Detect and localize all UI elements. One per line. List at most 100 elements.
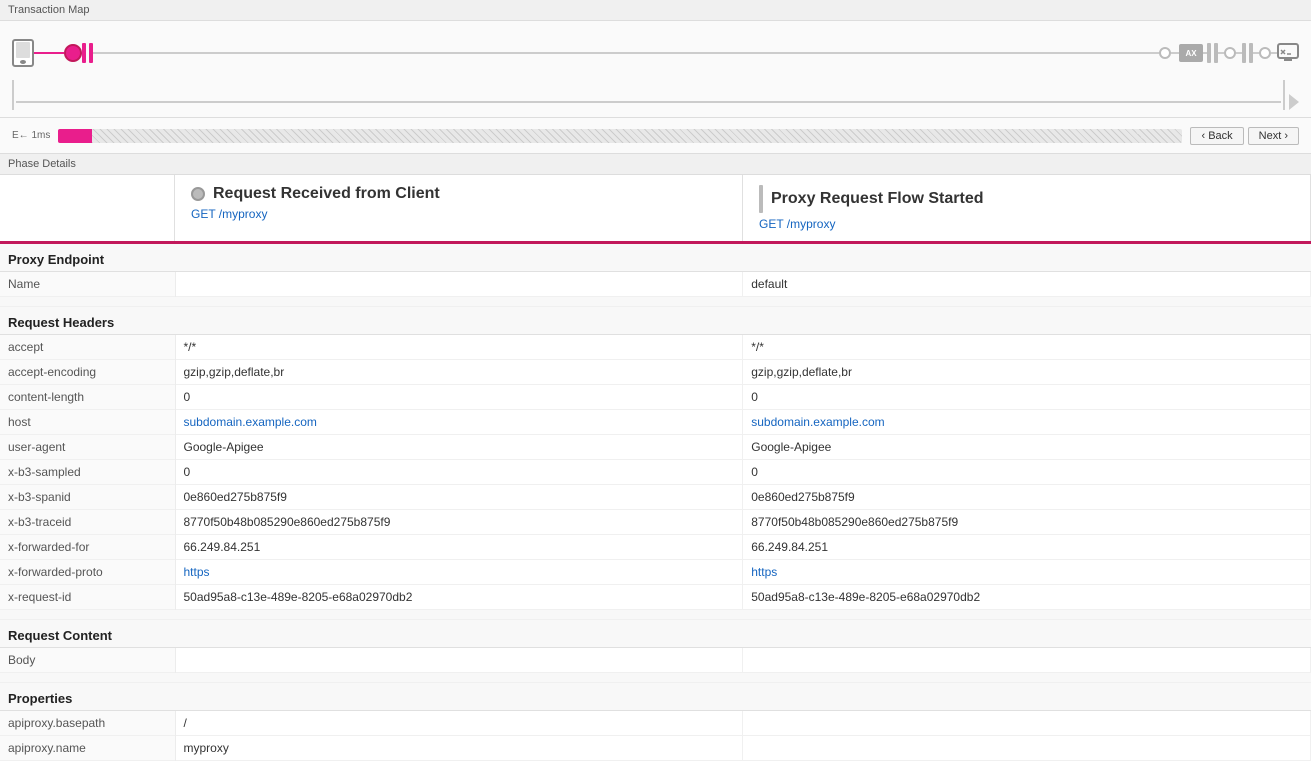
row-val1-accept: */* [175,335,743,360]
phase-col-2-label: Proxy Request Flow Started [771,190,984,208]
row-val2-basepath [743,711,1311,736]
flow-double-bar-2 [1207,43,1218,63]
section-properties-label: Properties [0,683,1311,711]
section-spacer-1 [0,297,1311,307]
table-row: user-agent Google-Apigee Google-Apigee [0,435,1311,460]
row-label-host: host [0,410,175,435]
flow-double-bar-pink [82,43,93,63]
row-val1-x-forwarded-proto: https [175,560,743,585]
row-val1-basepath: / [175,711,743,736]
phase-col-1: Request Received from Client GET /myprox… [175,175,743,241]
table-row: x-b3-spanid 0e860ed275b875f9 0e860ed275b… [0,485,1311,510]
row-val1-body [175,648,743,673]
table-row: x-request-id 50ad95a8-c13e-489e-8205-e68… [0,585,1311,610]
row-val2-accept: */* [743,335,1311,360]
table-row: x-forwarded-for 66.249.84.251 66.249.84.… [0,535,1311,560]
row-val2-x-b3-traceid: 8770f50b48b085290e860ed275b875f9 [743,510,1311,535]
flow-line-1 [34,52,64,54]
transaction-map-header: Transaction Map [0,0,1311,21]
ax-badge[interactable]: AX [1179,44,1203,62]
flow-double-bar-3 [1242,43,1253,63]
table-row: x-b3-sampled 0 0 [0,460,1311,485]
table-row: apiproxy.basepath / [0,711,1311,736]
table-row: Name default [0,272,1311,297]
section-properties: Properties [0,683,1311,711]
table-row: x-b3-traceid 8770f50b48b085290e860ed275b… [0,510,1311,535]
phase-col-2-title: Proxy Request Flow Started [759,185,1294,213]
app-container: Transaction Map AX [0,0,1311,761]
table-row: accept */* */* [0,335,1311,360]
row-val1-x-b3-sampled: 0 [175,460,743,485]
phase-col-2-method[interactable]: GET /myproxy [759,217,835,231]
row-label-x-request-id: x-request-id [0,585,175,610]
row-label-name: Name [0,272,175,297]
table-row: accept-encoding gzip,gzip,deflate,br gzi… [0,360,1311,385]
section-request-headers-label: Request Headers [0,307,1311,335]
top-flow: AX [12,31,1299,75]
row-label-accept: accept [0,335,175,360]
row-label-x-forwarded-proto: x-forwarded-proto [0,560,175,585]
row-val1-user-agent: Google-Apigee [175,435,743,460]
phase-col-empty [0,175,175,241]
row-val2-body [743,648,1311,673]
section-request-content-label: Request Content [0,620,1311,648]
table-row: apiproxy.name myproxy [0,736,1311,761]
section-spacer-3 [0,673,1311,683]
phase-details-label: Phase Details [8,158,76,170]
phase-vbar-2 [759,185,763,213]
flow-node-small-2[interactable] [1224,47,1236,59]
row-label-x-forwarded-for: x-forwarded-for [0,535,175,560]
row-label-content-length: content-length [0,385,175,410]
row-val2-content-length: 0 [743,385,1311,410]
flow-line-2 [93,52,1159,54]
server-icon [1277,42,1299,64]
phase-col-2-method-text: GET [759,217,783,231]
phase-col-1-title: Request Received from Client [191,185,726,203]
row-label-apiname: apiproxy.name [0,736,175,761]
transaction-map-title: Transaction Map [8,4,90,16]
phase-col-1-label: Request Received from Client [213,185,440,203]
nav-buttons: ‹ Back Next › [1190,127,1299,145]
table-row: host subdomain.example.com subdomain.exa… [0,410,1311,435]
row-val2-x-b3-spanid: 0e860ed275b875f9 [743,485,1311,510]
bottom-flow [12,77,1299,113]
section-proxy-endpoint: Proxy Endpoint [0,244,1311,272]
row-val2-x-forwarded-proto: https [743,560,1311,585]
timeline-bar[interactable] [58,129,1182,143]
row-val1-x-b3-spanid: 0e860ed275b875f9 [175,485,743,510]
row-val1-apiname: myproxy [175,736,743,761]
flow-diagram: AX [0,21,1311,118]
row-val1-x-forwarded-for: 66.249.84.251 [175,535,743,560]
phone-icon [12,39,34,67]
row-val1-x-request-id: 50ad95a8-c13e-489e-8205-e68a02970db2 [175,585,743,610]
back-button[interactable]: ‹ Back [1190,127,1243,145]
flow-node-pink[interactable] [64,44,82,62]
table-row: Body [0,648,1311,673]
row-val1-content-length: 0 [175,385,743,410]
row-val1-name [175,272,743,297]
phase-col-2-path: /myproxy [787,217,836,231]
row-val1-host: subdomain.example.com [175,410,743,435]
flow-node-small-3[interactable] [1259,47,1271,59]
table-row: x-forwarded-proto https https [0,560,1311,585]
flow-node-small-1[interactable] [1159,47,1171,59]
section-spacer-2 [0,610,1311,620]
return-line [16,101,1281,103]
data-table: Proxy Endpoint Name default Request Head… [0,244,1311,761]
timeline-pattern [92,129,1182,143]
timeline-area: E← 1ms ‹ Back Next › [0,118,1311,154]
row-val2-x-forwarded-for: 66.249.84.251 [743,535,1311,560]
section-proxy-endpoint-label: Proxy Endpoint [0,244,1311,272]
row-label-user-agent: user-agent [0,435,175,460]
content-area[interactable]: Proxy Endpoint Name default Request Head… [0,244,1311,761]
phase-col-1-path: /myproxy [219,207,268,221]
phase-col-2: Proxy Request Flow Started GET /myproxy [743,175,1311,241]
phase-col-1-method[interactable]: GET /myproxy [191,207,267,221]
row-val2-apiname [743,736,1311,761]
row-val2-host: subdomain.example.com [743,410,1311,435]
phase-col-1-method-text: GET [191,207,215,221]
section-request-content: Request Content [0,620,1311,648]
row-label-x-b3-sampled: x-b3-sampled [0,460,175,485]
next-button[interactable]: Next › [1248,127,1299,145]
phase-columns: Request Received from Client GET /myprox… [0,175,1311,244]
